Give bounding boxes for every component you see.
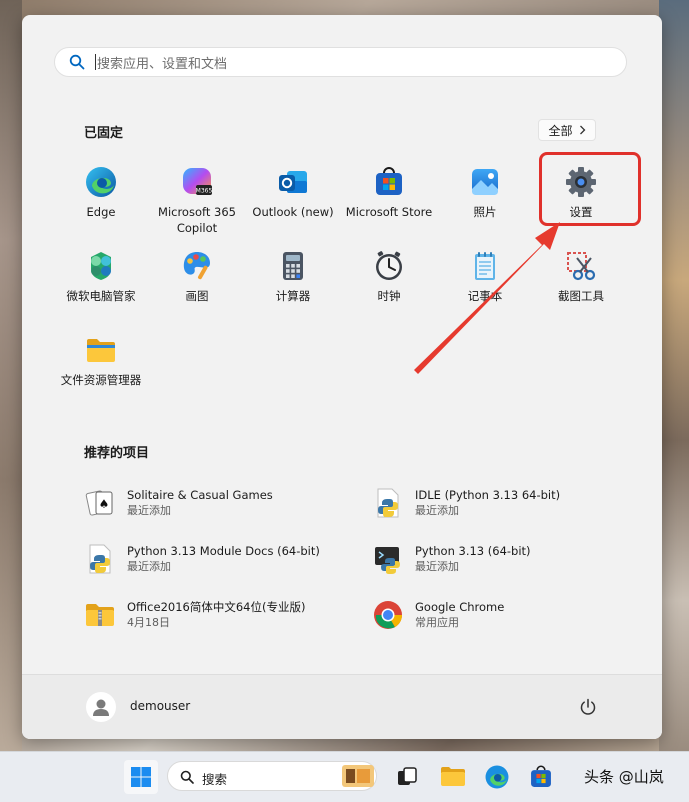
photos-icon [472, 169, 498, 195]
app-label: 微软电脑管家 [66, 289, 136, 303]
clock-icon [376, 251, 402, 280]
user-icon [93, 699, 109, 716]
chevron-right-icon [579, 125, 585, 135]
m365-copilot-icon: M365 [183, 168, 213, 195]
folder-icon[interactable] [440, 764, 466, 788]
outlook-icon [279, 171, 307, 193]
recommended-section-title: 推荐的项目 [84, 446, 150, 461]
start-search-box[interactable]: 搜索应用、设置和文档 [54, 47, 627, 77]
app-label: 计算器 [275, 289, 311, 303]
red-arrow-annotation [414, 222, 560, 374]
svg-text:♠: ♠ [99, 497, 110, 511]
recommended-item-subtitle: 最近添加 [127, 560, 171, 573]
start-menu: 搜索应用、设置和文档 已固定 全部 Edge M365 Microsoft 36… [22, 15, 662, 739]
windows-start-icon[interactable] [124, 760, 158, 794]
all-apps-label: 全部 [548, 123, 573, 138]
user-name[interactable]: demouser [130, 699, 190, 713]
recommended-item-python-docs[interactable]: Python 3.13 Module Docs (64-bit) 最近添加 [84, 543, 320, 575]
search-placeholder: 搜索应用、设置和文档 [97, 56, 228, 72]
pinned-section-title: 已固定 [84, 126, 124, 141]
recommended-item-subtitle: 最近添加 [415, 504, 459, 517]
all-apps-button[interactable]: 全部 [538, 119, 596, 141]
task-view-icon[interactable] [396, 766, 418, 788]
python-terminal-icon [375, 547, 400, 574]
recommended-item-name: Google Chrome [415, 600, 505, 614]
watermark-text: 头条 @山岚 [584, 768, 664, 786]
desktop-wallpaper-left [0, 0, 22, 801]
search-icon [180, 770, 194, 784]
taskbar-search-label: 搜索 [202, 772, 228, 787]
recommended-item-chrome[interactable]: Google Chrome 常用应用 [372, 599, 504, 631]
zip-folder-icon [86, 604, 114, 626]
folder-icon [87, 339, 115, 362]
search-icon [69, 54, 85, 70]
app-label: Edge [86, 205, 116, 219]
recommended-item-name: Python 3.13 (64-bit) [415, 544, 531, 558]
pinned-app-m365-copilot[interactable]: M365 Microsoft 365 Copilot [149, 165, 245, 236]
recommended-item-office2016[interactable]: Office2016简体中文64位(专业版) 4月18日 [84, 599, 305, 631]
app-label: Outlook (new) [252, 205, 334, 219]
calculator-icon [283, 252, 303, 280]
taskbar: 搜索 头条 @山岚 [0, 751, 689, 802]
recommended-item-name: Python 3.13 Module Docs (64-bit) [127, 544, 320, 558]
pinned-app-outlook[interactable]: Outlook (new) [245, 165, 341, 220]
recommended-item-idle[interactable]: IDLE (Python 3.13 64-bit) 最近添加 [372, 487, 560, 519]
recommended-item-subtitle: 4月18日 [127, 616, 170, 629]
app-label: 文件资源管理器 [60, 373, 142, 387]
pinned-app-pc-manager[interactable]: 微软电脑管家 [53, 249, 149, 304]
pinned-app-edge[interactable]: Edge [53, 165, 149, 220]
start-footer: demouser [22, 674, 662, 739]
recommended-item-subtitle: 最近添加 [415, 560, 459, 573]
solitaire-icon: ♠ [85, 490, 113, 516]
chrome-icon [374, 601, 402, 629]
desktop-wallpaper-right [659, 0, 689, 801]
store-icon[interactable] [528, 764, 554, 790]
user-avatar[interactable] [86, 692, 116, 722]
python-docs-icon [89, 544, 111, 574]
pinned-app-calculator[interactable]: 计算器 [245, 249, 341, 304]
python-file-icon [377, 488, 399, 518]
recommended-item-name: Solitaire & Casual Games [127, 488, 273, 502]
pc-manager-icon [91, 252, 111, 280]
store-icon [376, 167, 402, 195]
recommended-item-name: Office2016简体中文64位(专业版) [127, 600, 306, 614]
pinned-app-file-explorer[interactable]: 文件资源管理器 [53, 333, 149, 388]
edge-icon[interactable] [484, 764, 510, 790]
search-highlight-icon [342, 765, 374, 787]
pinned-app-paint[interactable]: 画图 [149, 249, 245, 304]
recommended-item-subtitle: 常用应用 [415, 616, 459, 629]
recommended-item-subtitle: 最近添加 [127, 504, 171, 517]
text-caret [95, 54, 96, 70]
recommended-item-python[interactable]: Python 3.13 (64-bit) 最近添加 [372, 543, 531, 575]
paint-palette-icon [183, 252, 210, 280]
power-icon[interactable] [578, 697, 598, 717]
recommended-item-solitaire[interactable]: ♠ Solitaire & Casual Games 最近添加 [84, 487, 273, 519]
svg-text:M365: M365 [196, 188, 213, 195]
edge-icon [86, 167, 116, 197]
taskbar-search-box[interactable]: 搜索 [167, 761, 377, 791]
app-label: 画图 [185, 289, 209, 303]
app-label: Microsoft 365 Copilot [158, 205, 236, 235]
recommended-item-name: IDLE (Python 3.13 64-bit) [415, 488, 561, 502]
